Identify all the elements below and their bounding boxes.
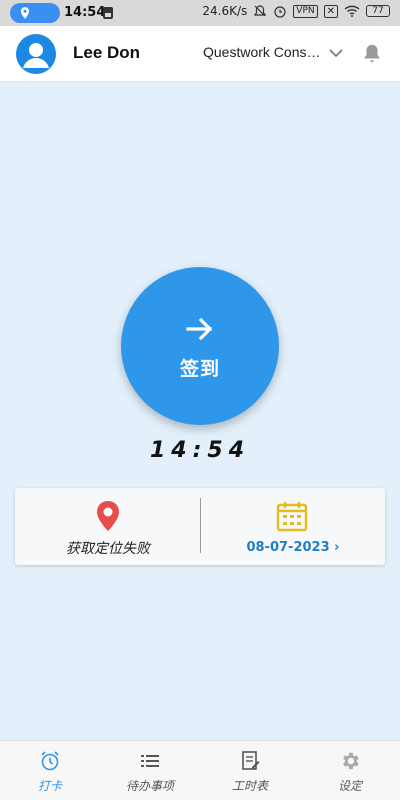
vpn-badge: VPN	[293, 4, 318, 18]
battery-indicator: 77	[366, 5, 390, 17]
chevron-down-icon[interactable]	[328, 45, 344, 61]
check-in-button[interactable]: 签到	[121, 267, 279, 425]
nav-label: 待办事项	[125, 779, 174, 793]
location-pin-icon	[97, 501, 119, 531]
alarm-icon	[274, 6, 286, 18]
no-sim-icon: ✕	[323, 4, 338, 18]
location-icon	[20, 7, 30, 19]
nav-item-settings[interactable]: 设定	[300, 741, 400, 800]
status-right: 24.6K/s VPN ✕ 77	[202, 4, 390, 18]
nav-item-timesheet[interactable]: 工时表	[200, 741, 300, 800]
arrow-right-icon	[186, 317, 213, 340]
nav-item-todo[interactable]: 待办事项	[100, 741, 200, 800]
nav-item-clock-in[interactable]: 打卡	[0, 741, 100, 800]
calendar-icon	[276, 502, 308, 532]
bottom-nav: 打卡 待办事项 工时表 设定	[0, 740, 400, 800]
bell-icon[interactable]	[361, 42, 383, 64]
network-speed: 24.6K/s	[202, 4, 248, 18]
check-in-label: 签到	[179, 357, 220, 380]
alarm-clock-icon	[41, 751, 59, 771]
nav-label: 工时表	[231, 779, 268, 793]
mute-icon	[254, 5, 266, 17]
date-text: 08-07-2023 ›	[201, 540, 385, 555]
nav-label: 打卡	[37, 779, 62, 793]
app-notification-icon	[103, 7, 113, 19]
app-header: Lee Don Questwork Consulting	[0, 26, 400, 82]
location-pill	[10, 3, 60, 23]
company-selector[interactable]: Questwork Consulting	[203, 44, 321, 60]
location-status-text: 获取定位失败	[66, 541, 150, 557]
gear-icon	[343, 752, 359, 770]
wifi-icon	[344, 5, 360, 17]
user-name: Lee Don	[73, 43, 141, 62]
current-time: 14:54	[149, 438, 251, 463]
chevron-right-icon: ›	[329, 540, 340, 555]
nav-label: 设定	[337, 779, 362, 793]
status-time: 14:54	[64, 5, 106, 20]
info-card: 获取定位失败 08-07-2023 ›	[15, 488, 385, 565]
timesheet-icon	[242, 751, 260, 770]
user-avatar-icon	[23, 43, 49, 68]
date-selector[interactable]: 08-07-2023 ›	[201, 488, 385, 565]
date-value: 08-07-2023	[246, 540, 330, 555]
status-bar: 14:54 24.6K/s VPN ✕ 77	[0, 0, 400, 26]
list-icon	[141, 755, 159, 767]
location-status[interactable]: 获取定位失败	[15, 488, 201, 565]
avatar[interactable]	[16, 34, 56, 74]
